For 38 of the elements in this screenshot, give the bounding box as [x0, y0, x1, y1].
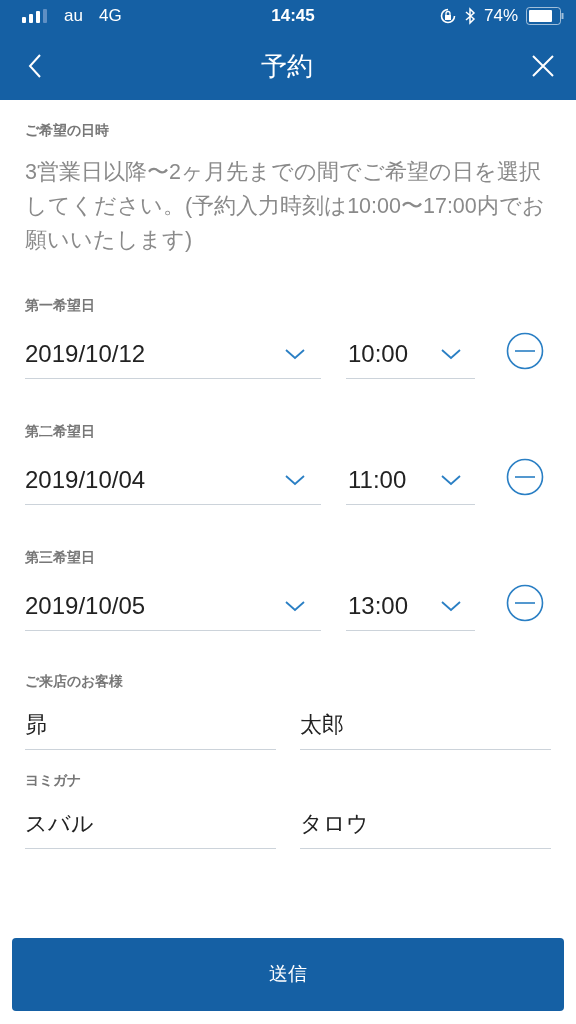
page-title: 予約: [261, 49, 313, 83]
section-label: ご希望の日時: [25, 121, 110, 140]
chevron-down-icon: [441, 600, 461, 612]
bluetooth-icon: [464, 7, 476, 25]
carrier-name: au: [64, 5, 83, 28]
input-field[interactable]: 太郎: [300, 700, 551, 750]
remove-button[interactable]: [506, 458, 544, 496]
date-select[interactable]: 2019/10/04: [25, 456, 321, 505]
time-select[interactable]: 11:00: [346, 456, 475, 505]
battery-icon: [526, 7, 564, 25]
time-select[interactable]: 13:00: [346, 582, 475, 631]
rotation-lock-icon: [438, 7, 457, 25]
remove-button[interactable]: [506, 332, 544, 370]
input-field[interactable]: 昴: [25, 700, 276, 750]
submit-button[interactable]: 送信: [12, 938, 564, 1011]
chevron-down-icon: [285, 348, 305, 360]
field-label: ご来店のお客様: [25, 672, 124, 691]
clock-time: 14:45: [271, 6, 315, 26]
chevron-down-icon: [441, 348, 461, 360]
back-button[interactable]: [28, 54, 42, 78]
date-select[interactable]: 2019/10/12: [25, 330, 321, 379]
input-field[interactable]: タロウ: [300, 799, 551, 849]
close-button[interactable]: [532, 55, 554, 77]
field-label: 第一希望日: [25, 296, 96, 315]
remove-button[interactable]: [506, 584, 544, 622]
date-select[interactable]: 2019/10/05: [25, 582, 321, 631]
input-field[interactable]: スバル: [25, 799, 276, 849]
field-label: 第二希望日: [25, 422, 96, 441]
network-type: 4G: [98, 5, 122, 28]
signal-icon: [22, 9, 48, 23]
time-select[interactable]: 10:00: [346, 330, 475, 379]
chevron-down-icon: [285, 600, 305, 612]
battery-percentage: 74%: [483, 5, 518, 28]
field-label: 第三希望日: [25, 548, 96, 567]
chevron-down-icon: [441, 474, 461, 486]
instruction-text: 3営業日以降〜2ヶ月先までの間でご希望の日を選択してください。(予約入力時刻は10:00〜17:00内でお願いいたします): [25, 159, 546, 254]
field-label: ヨミガナ: [25, 771, 82, 790]
chevron-down-icon: [285, 474, 305, 486]
